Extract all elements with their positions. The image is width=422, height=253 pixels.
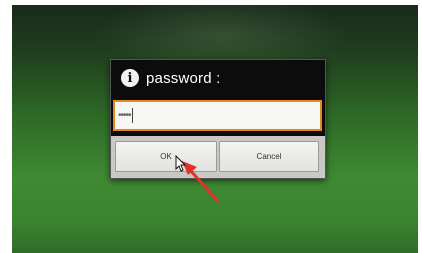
dialog-title-bar: i password : (111, 60, 325, 96)
cancel-button-label: Cancel (256, 152, 282, 161)
password-input[interactable]: ••••• (113, 100, 322, 131)
dialog-title: password : (146, 69, 221, 87)
desktop-background: i password : ••••• OK Cancel (12, 5, 418, 253)
password-value: ••••• (118, 110, 131, 121)
text-caret (131, 108, 133, 123)
mouse-cursor-icon (175, 155, 187, 172)
cancel-button[interactable]: Cancel (219, 141, 319, 172)
ok-button-label: OK (160, 152, 172, 161)
info-icon: i (121, 69, 139, 87)
